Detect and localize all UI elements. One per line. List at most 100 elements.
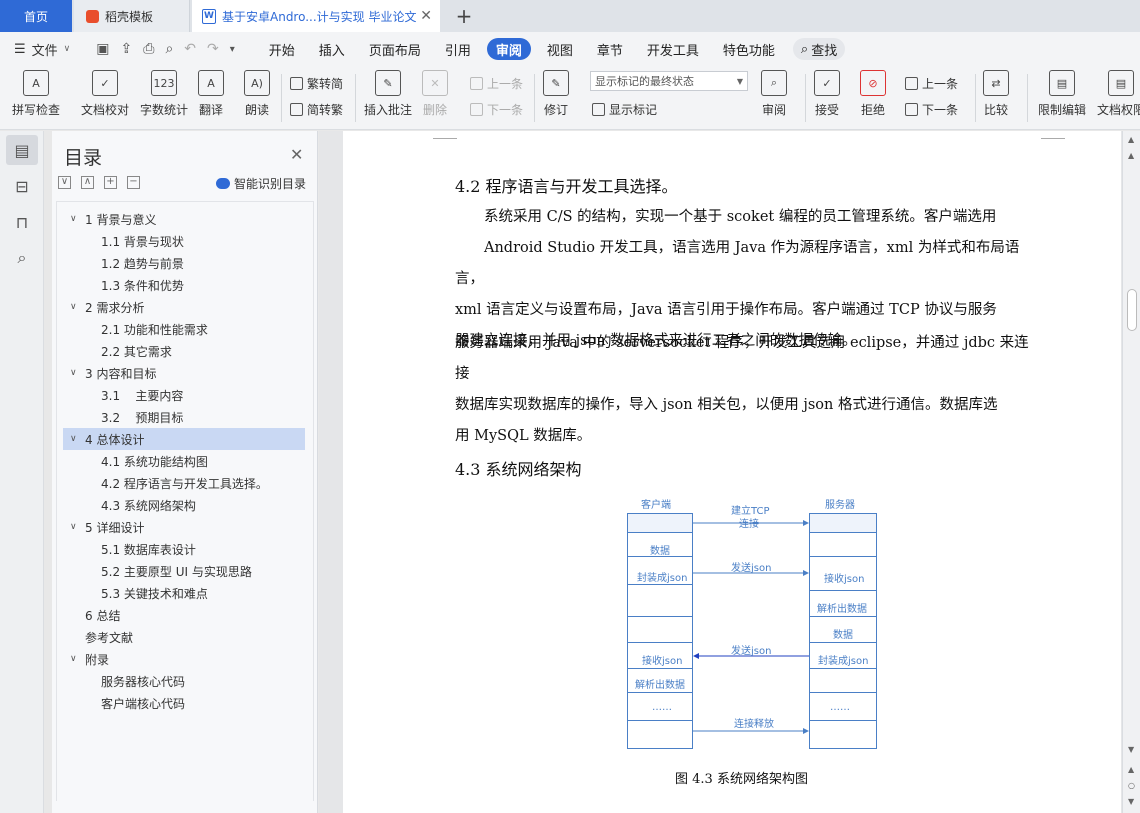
show-markup-button[interactable]: 显示标记 [592,101,657,118]
outline-item[interactable]: 5.1 数据库表设计 [63,538,305,560]
outline-item[interactable]: 5.2 主要原型 UI 与实现思路 [63,560,305,582]
chevron-down-icon[interactable]: ∨ [70,434,77,444]
next-comment-button[interactable]: 下一条 [470,101,523,118]
expand-all-icon[interactable]: + [104,176,117,189]
tab-chapter[interactable]: 章节 [585,38,635,60]
outline-item[interactable]: ∨ 附录 [63,648,305,670]
smart-toc-icon [216,178,230,189]
scrollbar-thumb[interactable] [1127,289,1137,331]
collapse-level-icon[interactable]: ∧ [81,176,94,189]
outline-item[interactable]: 服务器核心代码 [63,670,305,692]
outline-item[interactable]: 2.1 功能和性能需求 [63,318,305,340]
page-select-icon[interactable]: ○ [1128,781,1135,790]
scroll-down-icon[interactable]: ▼ [1128,745,1134,754]
prev-change-button[interactable]: 上一条 [905,75,958,92]
trad-to-simp-button[interactable]: 繁转简 [290,75,343,92]
search-icon[interactable]: ⌕ [6,243,38,273]
outline-item[interactable]: ∨ 1 背景与意义 [63,208,305,230]
reject-label: 拒绝 [860,103,885,117]
proofread-button[interactable]: ✓ 文档校对 [81,70,129,118]
prev-page-icon[interactable]: ▲ [1128,765,1134,774]
outline-item[interactable]: 4.1 系统功能结构图 [63,450,305,472]
search-button[interactable]: ⌕ 查找 [792,38,846,60]
accept-button[interactable]: ✓ 接受 [814,70,840,118]
tab-home[interactable]: 首页 [0,0,72,32]
more-icon[interactable]: ▾ [230,44,235,55]
translate-button[interactable]: A 翻译 [198,70,224,118]
insert-comment-button[interactable]: ✎ 插入批注 [364,70,412,118]
compare-icon: ⇄ [983,70,1009,96]
chevron-down-icon[interactable]: ∨ [70,522,77,532]
print-preview-icon[interactable]: ⌕ [165,41,173,57]
outline-item[interactable]: 参考文献 [63,626,305,648]
new-tab-button[interactable]: + [450,0,478,32]
outline-item[interactable]: 客户端核心代码 [63,692,305,714]
compare-button[interactable]: ⇄ 比较 [983,70,1009,118]
tab-document[interactable]: W 基于安卓Andro...计与实现 毕业论文 ✕ [192,0,440,32]
tab-review[interactable]: 审阅 [486,38,531,60]
markup-state-select[interactable]: 显示标记的最终状态 ▼ [590,71,748,91]
track-changes-button[interactable]: ✎ 修订 [543,70,569,118]
chevron-down-icon[interactable]: ∨ [70,368,77,378]
chapter-nav-icon[interactable]: ⊟ [6,171,38,201]
bookmark-icon[interactable]: ⊓ [6,207,38,237]
undo-icon[interactable]: ↶ [184,41,196,57]
delete-comment-button[interactable]: ✕ 删除 [422,70,448,118]
outline-item[interactable]: ∨ 5 详细设计 [63,516,305,538]
chevron-down-icon[interactable]: ∨ [70,654,77,664]
smart-toc-button[interactable]: 智能识别目录 [216,175,306,192]
outline-item[interactable]: 1.2 趋势与前景 [63,252,305,274]
tab-developer[interactable]: 开发工具 [635,38,711,60]
tab-page-layout[interactable]: 页面布局 [357,38,433,60]
expand-level-icon[interactable]: ∨ [58,176,71,189]
read-aloud-button[interactable]: A) 朗读 [244,70,270,118]
outline-item[interactable]: 3.1 主要内容 [63,384,305,406]
file-menu[interactable]: ☰ 文件 ∨ [0,40,70,59]
chevron-down-icon[interactable]: ∨ [70,214,77,224]
outline-item-selected[interactable]: ∨ 4 总体设计 [63,428,305,450]
convert-icon [290,77,303,90]
outline-item[interactable]: 2.2 其它需求 [63,340,305,362]
scroll-up-icon[interactable]: ▲ [1128,135,1134,144]
chevron-down-icon[interactable]: ∨ [70,302,77,312]
tab-templates[interactable]: 稻壳模板 [74,0,190,32]
close-icon[interactable]: ✕ [290,145,303,164]
restrict-edit-button[interactable]: ▤ 限制编辑 [1038,70,1086,118]
reject-button[interactable]: ⊘ 拒绝 [860,70,886,118]
redo-icon[interactable]: ↷ [207,41,219,57]
spell-check-button[interactable]: A 拼写检查 [12,70,60,118]
document-canvas[interactable]: 4.2 程序语言与开发工具选择。 系统采用 C/S 的结构，实现一个基于 sco… [319,131,1122,813]
outline-item[interactable]: ∨ 2 需求分析 [63,296,305,318]
outline-item[interactable]: 5.3 关键技术和难点 [63,582,305,604]
next-icon [905,103,918,116]
next-page-icon[interactable]: ▼ [1128,797,1134,806]
next-change-button[interactable]: 下一条 [905,101,958,118]
save-icon[interactable]: ▣ [96,41,109,57]
outline-item[interactable]: 3.2 预期目标 [63,406,305,428]
print-icon[interactable]: ⎙ [143,41,154,57]
export-icon[interactable]: ⇪ [121,41,133,57]
tab-view[interactable]: 视图 [535,38,585,60]
prev-comment-button[interactable]: 上一条 [470,75,523,92]
tab-references[interactable]: 引用 [433,38,483,60]
scroll-up-icon[interactable]: ▲ [1128,151,1134,160]
outline-item[interactable]: ∨ 3 内容和目标 [63,362,305,384]
outline-item[interactable]: 4.3 系统网络架构 [63,494,305,516]
document-page[interactable]: 4.2 程序语言与开发工具选择。 系统采用 C/S 的结构，实现一个基于 sco… [343,131,1121,813]
simp-to-trad-button[interactable]: 简转繁 [290,101,343,118]
outline-item[interactable]: 4.2 程序语言与开发工具选择。 [63,472,305,494]
vertical-scrollbar[interactable]: ▲ ▲ ▼ ▲ ○ ▼ [1122,131,1140,813]
outline-item[interactable]: 1.3 条件和优势 [63,274,305,296]
outline-item[interactable]: 6 总结 [63,604,305,626]
tab-features[interactable]: 特色功能 [711,38,787,60]
review-pane-button[interactable]: ⌕ 审阅 [761,70,787,118]
reject-icon: ⊘ [860,70,886,96]
doc-permission-button[interactable]: ▤ 文档权限 [1097,70,1140,118]
outline-panel-icon[interactable]: ▤ [6,135,38,165]
close-tab-icon[interactable]: ✕ [420,8,432,24]
tab-insert[interactable]: 插入 [307,38,357,60]
outline-item[interactable]: 1.1 背景与现状 [63,230,305,252]
tab-start[interactable]: 开始 [257,38,307,60]
collapse-all-icon[interactable]: − [127,176,140,189]
word-count-button[interactable]: 123 字数统计 [140,70,188,118]
